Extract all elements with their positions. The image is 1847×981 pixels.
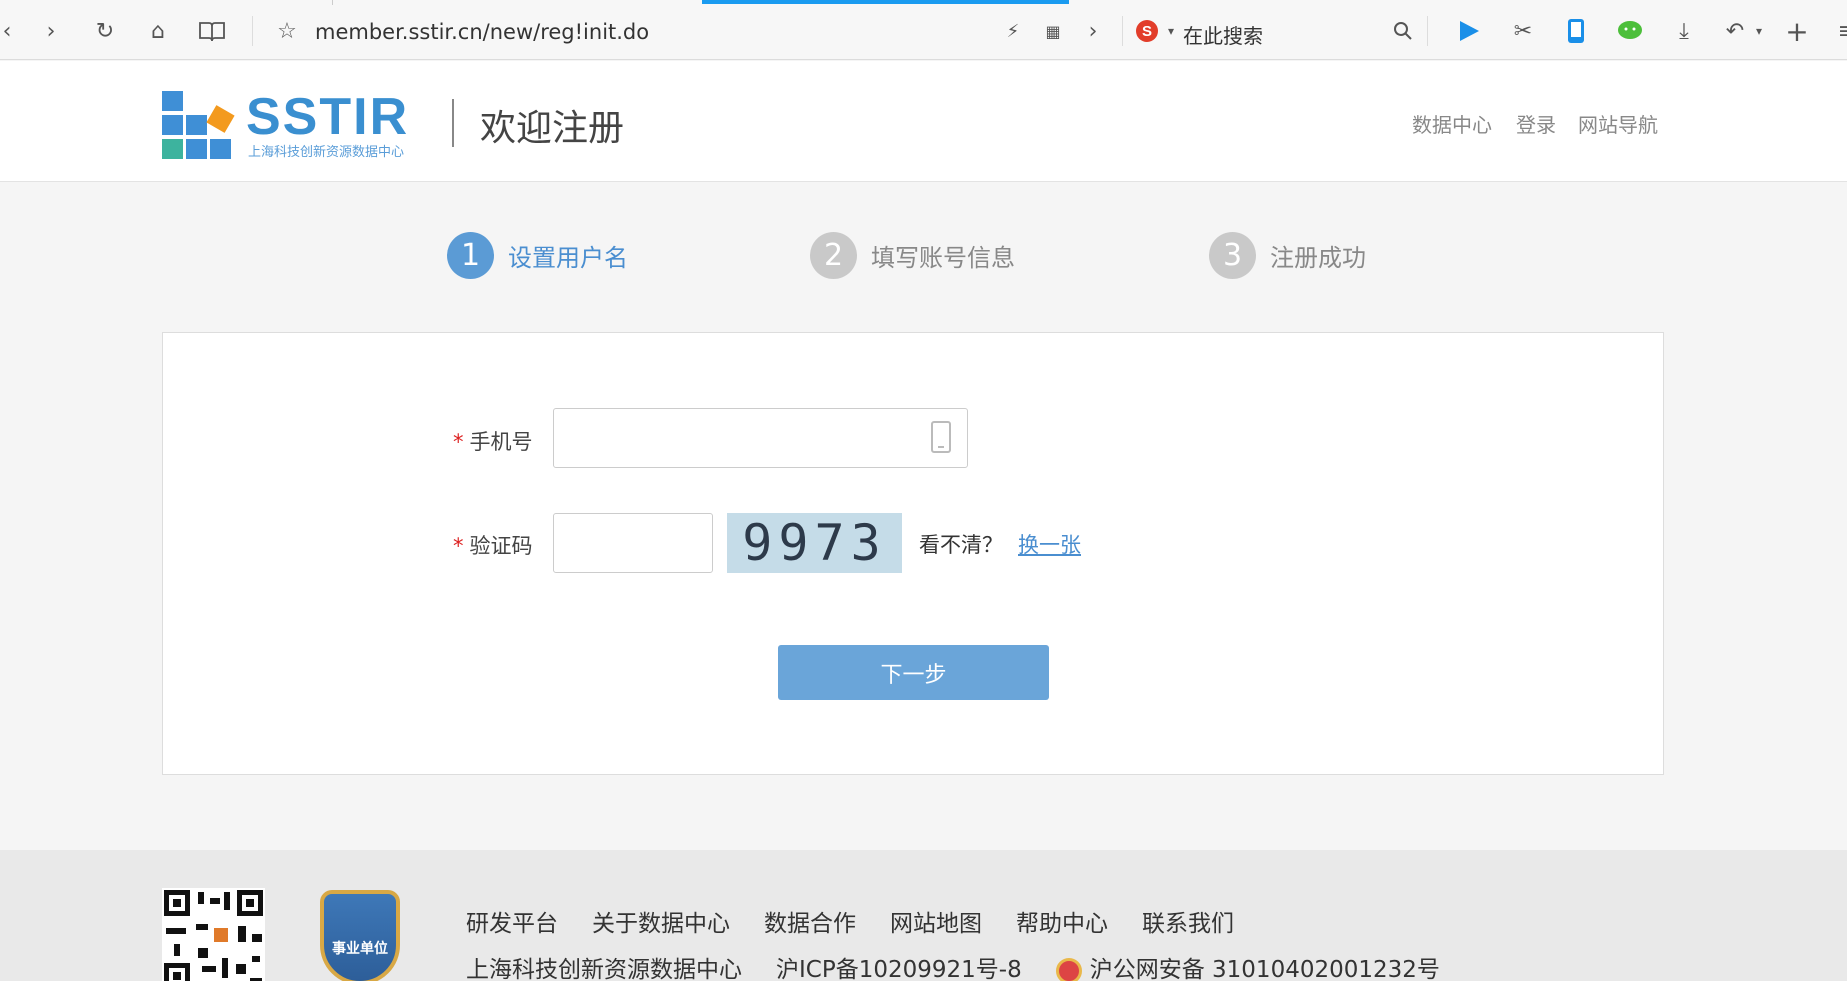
- nav-login[interactable]: 登录: [1516, 109, 1556, 138]
- required-mark: *: [453, 430, 464, 454]
- new-tab-icon[interactable]: +: [1782, 15, 1812, 48]
- phone-label-text: 手机号: [469, 430, 533, 454]
- brand-subtitle: 上海科技创新资源数据中心: [248, 145, 405, 160]
- chevron-down-icon[interactable]: ▾: [1156, 16, 1186, 46]
- wechat-icon[interactable]: [1615, 16, 1645, 46]
- captcha-label: * 验证码: [453, 530, 533, 560]
- site-footer: 事业单位 研发平台 关于数据中心 数据合作 网站地图 帮助中心 联系我们 上海科…: [0, 850, 1847, 981]
- captcha-image[interactable]: 9973: [727, 513, 902, 573]
- qr-scan-icon[interactable]: ▦: [1038, 16, 1068, 46]
- step-number: 1: [447, 231, 494, 279]
- step-label: 设置用户名: [508, 243, 628, 272]
- bookmark-star-icon[interactable]: ☆: [272, 16, 302, 46]
- step-number: 3: [1209, 231, 1256, 279]
- step-fill-account-info: 2 填写账号信息: [810, 231, 1015, 279]
- qr-code-image: [162, 888, 265, 981]
- footer-link-help[interactable]: 帮助中心: [1016, 904, 1108, 938]
- toolbar-separator: [1427, 16, 1428, 46]
- footer-police-text: 沪公网安备 31010402001232号: [1089, 957, 1440, 981]
- toolbar-separator: [252, 16, 253, 46]
- address-bar[interactable]: member.sstir.cn/new/reg!init.do: [315, 20, 649, 44]
- nav-site-navigation[interactable]: 网站导航: [1578, 109, 1658, 138]
- step-number: 2: [810, 231, 857, 279]
- step-registration-success: 3 注册成功: [1209, 231, 1366, 279]
- next-step-button[interactable]: 下一步: [778, 645, 1049, 700]
- footer-info: 上海科技创新资源数据中心 沪ICP备10209921号-8 沪公网安备 3101…: [466, 950, 1440, 981]
- back-icon[interactable]: ‹: [0, 16, 22, 46]
- reload-icon[interactable]: ↻: [90, 16, 120, 46]
- mobile-sync-icon[interactable]: [1561, 16, 1591, 46]
- video-play-icon[interactable]: [1454, 16, 1484, 46]
- toolbar-separator: [1122, 16, 1123, 46]
- phone-label: * 手机号: [453, 426, 533, 456]
- brand-logo-text[interactable]: SSTIR: [246, 87, 409, 147]
- captcha-input[interactable]: [553, 513, 713, 573]
- nav-data-center[interactable]: 数据中心: [1412, 109, 1492, 138]
- police-emblem-icon: [1055, 957, 1082, 981]
- captcha-label-text: 验证码: [469, 534, 533, 558]
- chevron-down-icon[interactable]: ▾: [1744, 16, 1774, 46]
- step-label: 填写账号信息: [871, 243, 1015, 272]
- scissors-icon[interactable]: ✂: [1508, 16, 1538, 46]
- menu-icon[interactable]: ≡: [1832, 16, 1847, 46]
- header-divider: [452, 99, 454, 147]
- chevron-right-icon[interactable]: ›: [1078, 16, 1108, 46]
- footer-link-contact[interactable]: 联系我们: [1142, 904, 1234, 938]
- home-icon[interactable]: ⌂: [143, 16, 173, 46]
- footer-icp[interactable]: 沪ICP备10209921号-8: [776, 950, 1022, 981]
- step-set-username: 1 设置用户名: [447, 231, 628, 279]
- lightning-icon[interactable]: ⚡: [998, 16, 1028, 46]
- search-icon[interactable]: [1388, 16, 1418, 46]
- search-input[interactable]: 在此搜索: [1183, 20, 1263, 49]
- forward-icon[interactable]: ›: [36, 16, 66, 46]
- logo-mark[interactable]: [162, 91, 235, 159]
- mobile-phone-icon: [931, 421, 951, 453]
- institution-badge[interactable]: 事业单位: [320, 890, 400, 981]
- footer-org-name: 上海科技创新资源数据中心: [466, 957, 742, 981]
- captcha-refresh-link[interactable]: 换一张: [1018, 529, 1081, 559]
- footer-link-rd-platform[interactable]: 研发平台: [466, 904, 558, 938]
- svg-text:S: S: [1142, 23, 1152, 40]
- footer-links: 研发平台 关于数据中心 数据合作 网站地图 帮助中心 联系我们: [466, 904, 1234, 938]
- captcha-hint: 看不清？: [919, 533, 1003, 557]
- footer-link-about[interactable]: 关于数据中心: [592, 904, 730, 938]
- footer-link-sitemap[interactable]: 网站地图: [890, 904, 982, 938]
- registration-form: * 手机号 * 验证码 9973 看不清？ 换一张 下一步: [162, 332, 1664, 775]
- reading-mode-icon[interactable]: [197, 16, 227, 46]
- footer-link-data-cooperation[interactable]: 数据合作: [764, 904, 856, 938]
- browser-toolbar: ‹ › ↻ ⌂ ☆ member.sstir.cn/new/reg!init.d…: [0, 0, 1847, 60]
- phone-input[interactable]: [553, 408, 968, 468]
- footer-police-record[interactable]: 沪公网安备 31010402001232号: [1055, 950, 1440, 981]
- tab-divider: [332, 0, 333, 5]
- download-icon[interactable]: ⤓: [1669, 16, 1699, 46]
- page-load-progress: [702, 0, 1069, 4]
- step-label: 注册成功: [1270, 243, 1366, 272]
- site-header: SSTIR 上海科技创新资源数据中心 欢迎注册 数据中心 登录 网站导航: [0, 61, 1847, 182]
- page-title: 欢迎注册: [480, 108, 625, 149]
- required-mark: *: [453, 534, 464, 558]
